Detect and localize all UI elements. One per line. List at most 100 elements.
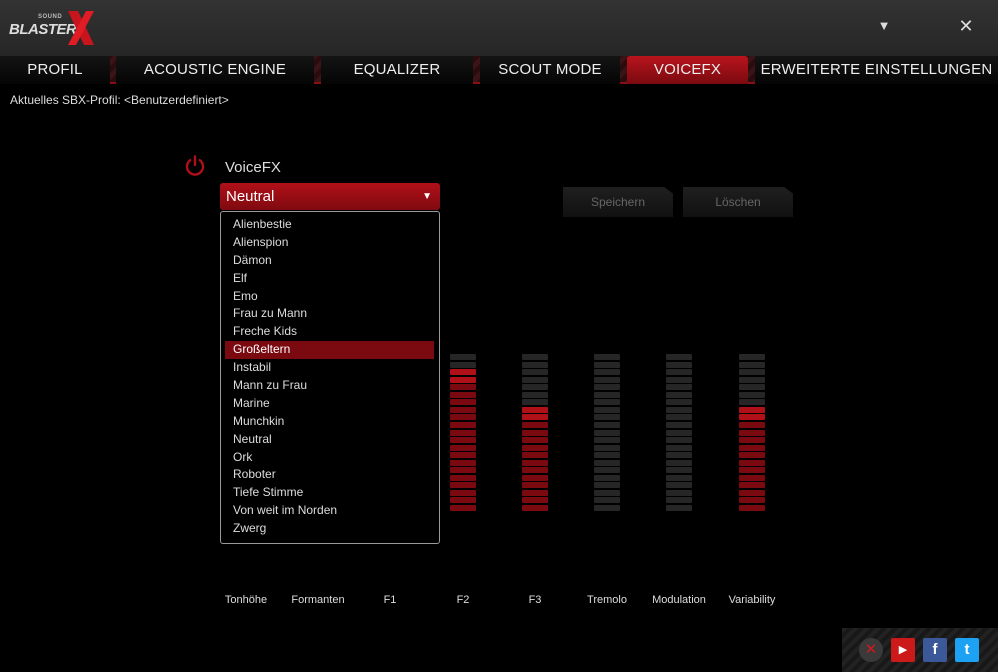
slider-label: Tremolo xyxy=(587,594,627,606)
slider-segment xyxy=(666,406,692,413)
slider-segment xyxy=(522,497,548,504)
slider-segment xyxy=(450,414,476,421)
slider-segment xyxy=(594,452,620,459)
dropdown-option[interactable]: Ork xyxy=(225,449,434,467)
dropdown-option[interactable]: Tiefe Stimme xyxy=(225,484,434,502)
slider-segment xyxy=(450,497,476,504)
slider-segment xyxy=(522,406,548,413)
dropdown-option[interactable]: Roboter xyxy=(225,466,434,484)
dropdown-option[interactable]: Zwerg xyxy=(225,520,434,538)
slider-segment xyxy=(594,489,620,496)
slider-segment xyxy=(522,391,548,398)
slider-f3[interactable] xyxy=(522,354,548,513)
slider-segment xyxy=(666,437,692,444)
slider-segment xyxy=(739,376,765,383)
slider-segment xyxy=(450,474,476,481)
slider-segment xyxy=(666,361,692,368)
social-bar: ✕ ▶ f t xyxy=(842,628,998,672)
slider-segment xyxy=(450,391,476,398)
dropdown-option[interactable]: Elf xyxy=(225,270,434,288)
slider-segment xyxy=(594,497,620,504)
logo-x-icon xyxy=(68,11,94,45)
slider-segment xyxy=(522,474,548,481)
slider-variability[interactable] xyxy=(739,354,765,513)
dropdown-option[interactable]: Mann zu Frau xyxy=(225,377,434,395)
slider-segment xyxy=(522,459,548,466)
close-button[interactable]: ✕ xyxy=(954,14,978,38)
slider-segment xyxy=(522,505,548,511)
tab-bar: PROFIL ACOUSTIC ENGINE EQUALIZER SCOUT M… xyxy=(0,56,998,84)
dropdown-option[interactable]: Munchkin xyxy=(225,413,434,431)
twitter-icon[interactable]: t xyxy=(955,638,979,662)
minimize-button[interactable]: ▼ xyxy=(872,14,896,38)
slider-segment xyxy=(594,482,620,489)
dropdown-option[interactable]: Alienspion xyxy=(225,234,434,252)
delete-button[interactable]: Löschen xyxy=(683,187,793,217)
slider-segment xyxy=(739,354,765,360)
slider-f2[interactable] xyxy=(450,354,476,513)
tab-scout-mode[interactable]: SCOUT MODE xyxy=(480,56,620,84)
slider-segment xyxy=(594,399,620,406)
dropdown-option[interactable]: Frau zu Mann xyxy=(225,305,434,323)
slider-segment xyxy=(666,376,692,383)
slider-segment xyxy=(522,489,548,496)
power-icon[interactable] xyxy=(183,154,207,178)
slider-segment xyxy=(666,474,692,481)
slider-label: F3 xyxy=(528,594,542,606)
soundblaster-logo: SOUND BLASTER xyxy=(8,6,98,50)
slider-segment xyxy=(594,384,620,391)
slider-segment xyxy=(450,467,476,474)
dropdown-option[interactable]: Dämon xyxy=(225,252,434,270)
slider-segment xyxy=(450,376,476,383)
slider-segment xyxy=(666,444,692,451)
slider-segment xyxy=(739,437,765,444)
slider-segment xyxy=(739,406,765,413)
close-icon[interactable]: ✕ xyxy=(859,638,883,662)
dropdown-option[interactable]: Von weit im Norden xyxy=(225,502,434,520)
tab-profil[interactable]: PROFIL xyxy=(0,56,110,84)
slider-segment xyxy=(594,459,620,466)
slider-segment xyxy=(666,452,692,459)
save-button[interactable]: Speichern xyxy=(563,187,673,217)
voicefx-title: VoiceFX xyxy=(225,159,281,176)
slider-segment xyxy=(522,376,548,383)
voice-preset-value: Neutral xyxy=(226,188,275,205)
slider-modulation[interactable] xyxy=(666,354,692,513)
slider-label: Modulation xyxy=(652,594,706,606)
tab-voicefx[interactable]: VOICEFX xyxy=(627,56,748,84)
slider-label: F2 xyxy=(456,594,470,606)
slider-segment xyxy=(594,429,620,436)
dropdown-option[interactable]: Neutral xyxy=(225,431,434,449)
slider-segment xyxy=(450,361,476,368)
dropdown-option[interactable]: Emo xyxy=(225,288,434,306)
slider-segment xyxy=(594,437,620,444)
slider-segment xyxy=(594,505,620,511)
dropdown-option[interactable]: Großeltern xyxy=(225,341,434,360)
dropdown-option[interactable]: Freche Kids xyxy=(225,323,434,341)
facebook-icon[interactable]: f xyxy=(923,638,947,662)
tab-equalizer[interactable]: EQUALIZER xyxy=(321,56,473,84)
slider-segment xyxy=(666,459,692,466)
dropdown-option[interactable]: Marine xyxy=(225,395,434,413)
slider-segment xyxy=(739,444,765,451)
dropdown-option[interactable]: Alienbestie xyxy=(225,216,434,234)
slider-segment xyxy=(522,452,548,459)
slider-segment xyxy=(594,474,620,481)
slider-segment xyxy=(739,384,765,391)
voice-preset-select[interactable]: Neutral ▼ xyxy=(220,183,440,210)
slider-segment xyxy=(594,391,620,398)
tab-acoustic-engine[interactable]: ACOUSTIC ENGINE xyxy=(116,56,314,84)
slider-segment xyxy=(522,384,548,391)
dropdown-option[interactable]: Instabil xyxy=(225,359,434,377)
slider-segment xyxy=(666,414,692,421)
youtube-icon[interactable]: ▶ xyxy=(891,638,915,662)
slider-segment xyxy=(450,482,476,489)
slider-segment xyxy=(666,429,692,436)
slider-segment xyxy=(450,406,476,413)
slider-label: Variability xyxy=(728,594,776,606)
tab-erweiterte-einstellungen[interactable]: ERWEITERTE EINSTELLUNGEN xyxy=(755,56,998,84)
slider-segment xyxy=(666,369,692,376)
slider-segment xyxy=(450,354,476,360)
slider-tremolo[interactable] xyxy=(594,354,620,513)
slider-segment xyxy=(739,474,765,481)
